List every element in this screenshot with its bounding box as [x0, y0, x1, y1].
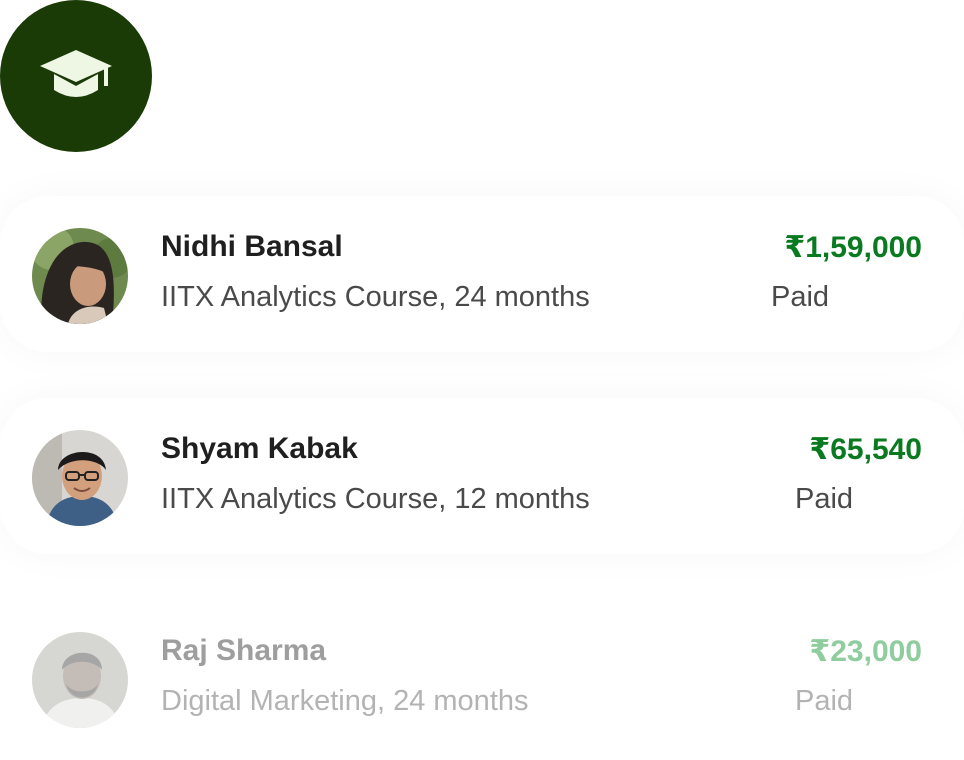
payment-card[interactable]: Raj Sharma Digital Marketing, 24 months …: [0, 600, 964, 756]
avatar: [32, 228, 128, 324]
payer-name: Nidhi Bansal: [161, 230, 343, 263]
payment-amount: ₹1,59,000: [784, 231, 922, 264]
course-detail: IITX Analytics Course, 24 months: [161, 281, 590, 313]
payment-amount: ₹65,540: [809, 433, 922, 466]
payment-amount: ₹23,000: [809, 635, 922, 668]
payment-status: Paid: [771, 281, 830, 313]
payment-status: Paid: [795, 483, 854, 515]
course-detail: Digital Marketing, 24 months: [161, 685, 529, 717]
graduation-cap-icon: [40, 50, 112, 97]
payer-name: Raj Sharma: [161, 634, 327, 667]
payment-status: Paid: [795, 685, 854, 717]
course-detail: IITX Analytics Course, 12 months: [161, 483, 590, 515]
brand-badge: [0, 0, 152, 152]
payment-card[interactable]: Nidhi Bansal IITX Analytics Course, 24 m…: [0, 196, 964, 352]
avatar: [32, 632, 128, 728]
payments-panel: Nidhi Bansal IITX Analytics Course, 24 m…: [0, 0, 964, 760]
payment-card[interactable]: Shyam Kabak IITX Analytics Course, 12 mo…: [0, 398, 964, 554]
payer-name: Shyam Kabak: [161, 432, 358, 465]
avatar: [32, 430, 128, 526]
